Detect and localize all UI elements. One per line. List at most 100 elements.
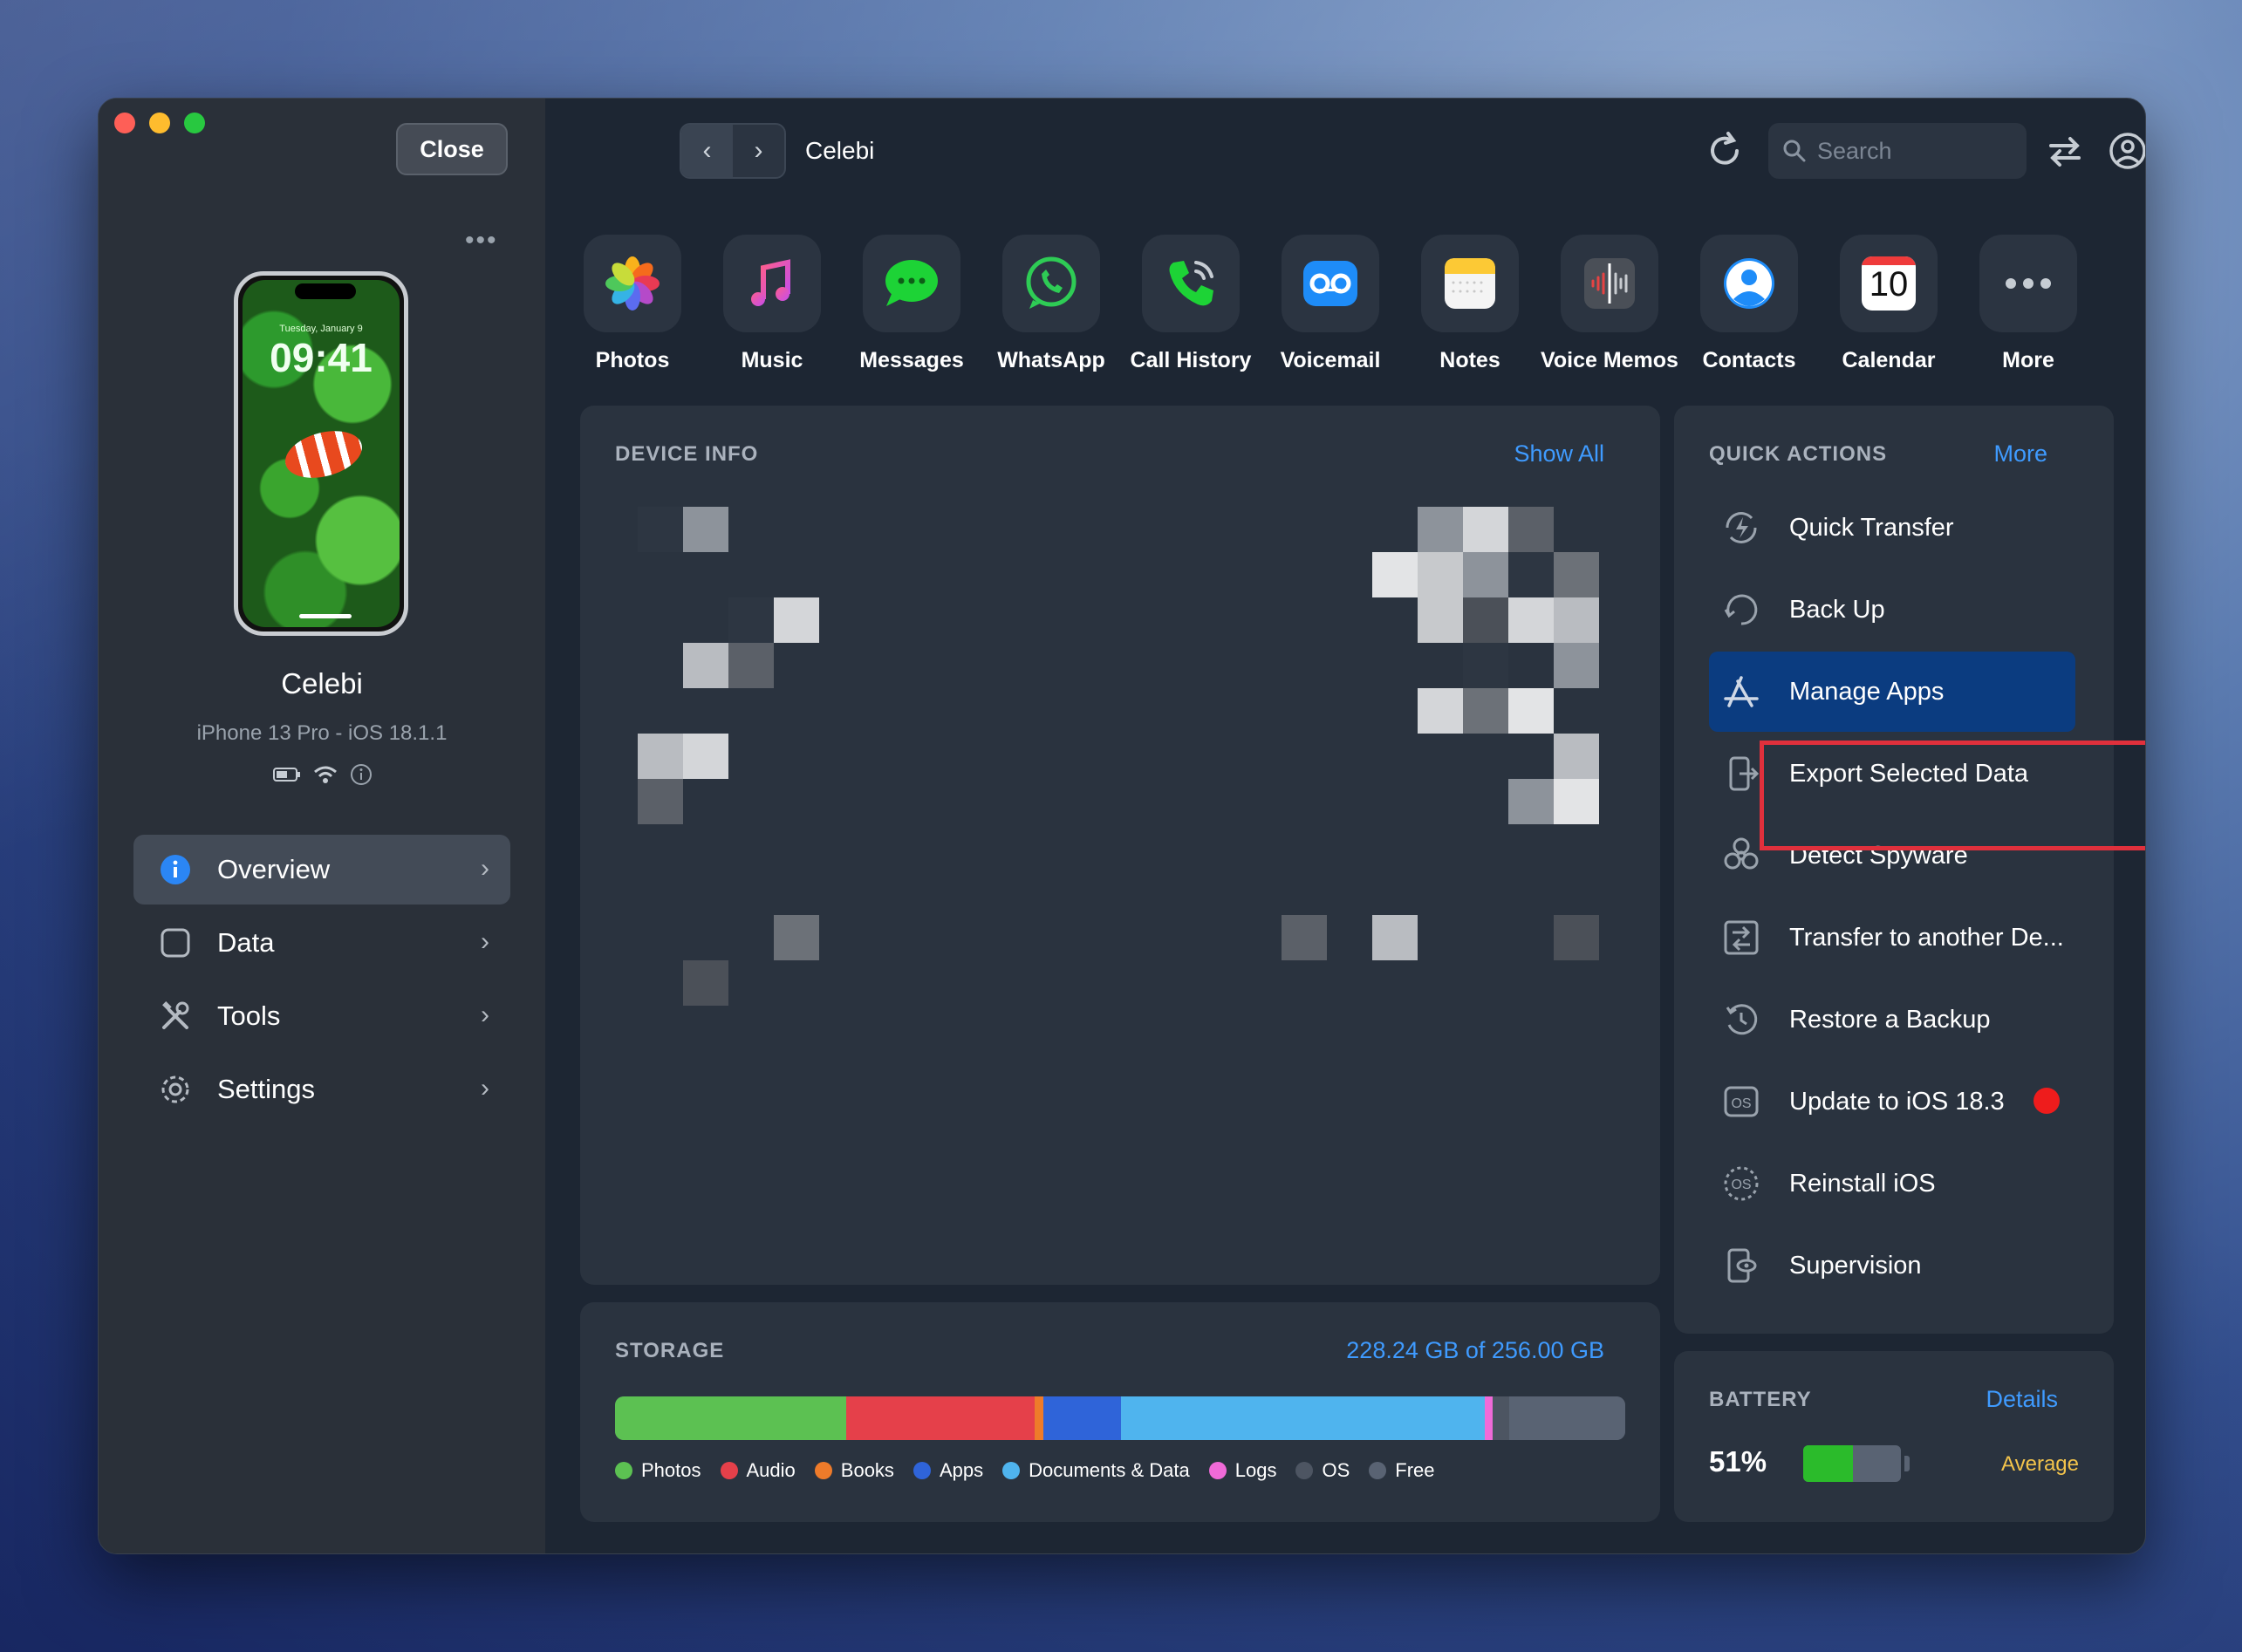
storage-segment-logs [1485,1396,1494,1440]
sidebar: Close ••• Tuesday, January 9 09:41 Celeb… [99,99,545,1553]
app-tile-label: Voice Memos [1541,348,1678,372]
whatsapp-icon [1026,256,1077,309]
device-name: Celebi [281,667,363,700]
app-store-icon [1719,670,1763,713]
history-nav: ‹ › [680,123,786,179]
music-icon [751,259,790,306]
quick-action-reinstall-ios[interactable]: OS Reinstall iOS [1709,1143,2075,1224]
app-tile-label: Notes [1439,348,1500,372]
storage-segment-apps [1042,1396,1122,1440]
backup-icon [1719,588,1763,631]
close-button[interactable]: Close [396,123,508,175]
window-minimize-dot[interactable] [149,113,170,133]
app-tile-calendar[interactable]: 10 Calendar [1819,235,1958,373]
back-button[interactable]: ‹ [681,125,733,177]
update-available-badge [2034,1088,2060,1114]
quick-actions-more-link[interactable]: More [1993,440,2047,468]
sidebar-item-overview[interactable]: Overview › [133,835,510,905]
window-zoom-dot[interactable] [184,113,205,133]
legend-dot [1369,1462,1387,1479]
storage-legend-item: Logs [1208,1459,1277,1482]
quick-action-update-ios[interactable]: OS Update to iOS 18.3 [1709,1062,2075,1142]
storage-legend-item: Books [814,1459,894,1482]
chevron-right-icon: › [481,1000,489,1029]
battery-title: BATTERY [1709,1388,1812,1411]
sidebar-item-data[interactable]: Data › [133,908,510,978]
app-tile-more[interactable]: More [1958,235,2098,373]
search-box[interactable] [1768,123,2027,179]
storage-segment-documents-data [1121,1396,1485,1440]
app-tile-photos[interactable]: Photos [563,235,702,373]
quick-action-quick-transfer[interactable]: Quick Transfer [1709,488,2075,568]
quick-actions-title: QUICK ACTIONS [1709,442,1888,466]
biohazard-icon [1719,834,1763,877]
account-icon[interactable] [2107,130,2146,172]
chevron-right-icon: › [481,927,489,956]
legend-label: Apps [939,1459,984,1481]
app-tile-messages[interactable]: Messages [842,235,981,373]
voice-memos-icon [1584,258,1635,309]
search-input[interactable] [1815,136,2020,166]
sidebar-item-tools[interactable]: Tools › [133,981,510,1051]
show-all-link[interactable]: Show All [1514,440,1604,468]
storage-usage[interactable]: 228.24 GB of 256.00 GB [1346,1337,1604,1364]
battery-level-bar [1803,1445,1901,1482]
legend-dot [1208,1462,1227,1479]
sidebar-item-settings[interactable]: Settings › [133,1055,510,1124]
contacts-icon [1724,258,1774,309]
quick-action-label: Restore a Backup [1789,1005,1991,1034]
messages-icon [885,260,938,306]
app-tile-label: Voicemail [1280,348,1381,372]
storage-card: STORAGE 228.24 GB of 256.00 GB Photos Aud… [580,1302,1660,1522]
storage-bar [615,1396,1625,1440]
calendar-icon: 10 [1862,256,1916,311]
quick-action-label: Supervision [1789,1251,1922,1280]
refresh-icon[interactable] [1704,130,1746,172]
battery-card: BATTERY Details 51% Average [1674,1351,2114,1522]
legend-label: Logs [1234,1459,1277,1481]
calendar-day: 10 [1869,265,1909,304]
quick-action-back-up[interactable]: Back Up [1709,570,2075,650]
info-circle-icon[interactable] [350,763,373,786]
legend-label: Documents & Data [1029,1459,1190,1481]
sidebar-item-label: Settings [217,1074,316,1104]
app-tile-label: Call History [1130,348,1252,372]
app-tile-call-history[interactable]: Call History [1121,235,1261,373]
more-options-icon[interactable]: ••• [465,226,498,256]
quick-action-restore-a-backup[interactable]: Restore a Backup [1709,980,2075,1060]
storage-legend: Photos Audio Books Apps Documents & Data Logs… [615,1459,1435,1482]
photos-icon [605,256,660,311]
app-tile-whatsapp[interactable]: WhatsApp [981,235,1121,373]
export-icon [1719,752,1763,795]
device-image: Tuesday, January 9 09:41 [234,271,408,636]
wifi-icon [314,766,337,783]
quick-action-supervision[interactable]: Supervision [1709,1225,2075,1306]
app-tile-voicemail[interactable]: Voicemail [1261,235,1400,373]
app-tile-label: Music [741,348,803,372]
quick-action-manage-apps[interactable]: Manage Apps [1709,652,2075,732]
highlight-annotation [1760,741,2145,850]
battery-health: Average [2001,1452,2079,1476]
quick-action-label: Back Up [1789,595,1885,624]
supervision-icon [1719,1244,1763,1287]
legend-dot [720,1462,738,1479]
square-icon [158,925,193,960]
sidebar-item-label: Data [217,927,275,958]
app-tile-music[interactable]: Music [702,235,842,373]
restore-icon [1719,998,1763,1041]
battery-details-link[interactable]: Details [1986,1386,2058,1413]
app-tile-label: Photos [595,348,670,372]
app-tile-notes[interactable]: Notes [1400,235,1540,373]
swap-arrows-icon[interactable] [2044,130,2086,172]
storage-legend-item: OS [1295,1459,1350,1482]
app-tile-voice-memos[interactable]: Voice Memos [1540,235,1679,373]
app-tile-contacts[interactable]: Contacts [1679,235,1819,373]
forward-button[interactable]: › [733,125,784,177]
notes-icon [1445,258,1495,309]
storage-legend-item: Documents & Data [1002,1459,1190,1482]
voicemail-icon [1303,261,1357,306]
legend-dot [615,1462,632,1479]
storage-segment-os [1493,1396,1509,1440]
quick-action-transfer-to-another-device[interactable]: Transfer to another De... [1709,898,2075,978]
window-close-dot[interactable] [114,113,135,133]
